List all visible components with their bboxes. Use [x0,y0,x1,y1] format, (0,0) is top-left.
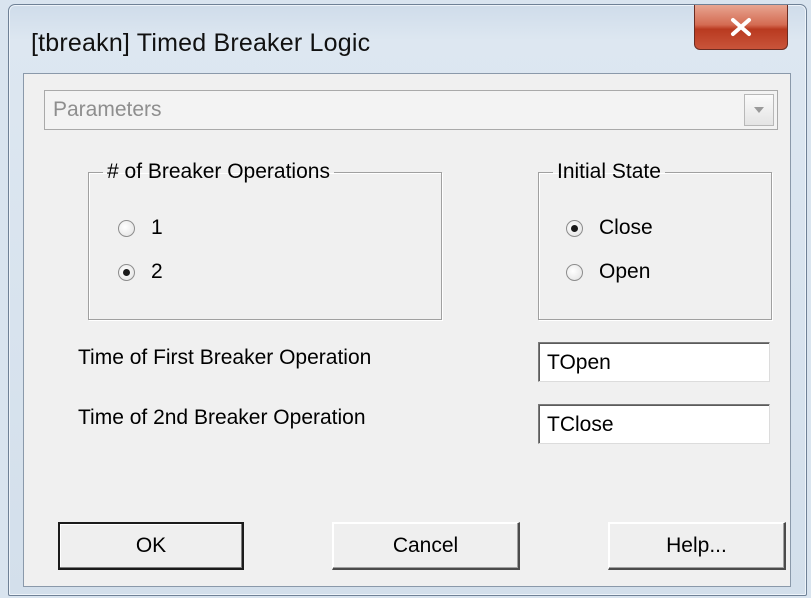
radio-state-close[interactable]: Close [566,216,653,240]
radio-state-close-label: Close [599,216,653,239]
second-operation-value: TClose [547,413,614,436]
radio-ops-1[interactable]: 1 [118,216,163,240]
close-icon [731,18,751,36]
dialog-body: Parameters # of Breaker Operations 1 2 I… [23,73,791,587]
radio-button[interactable] [566,219,583,237]
ok-button[interactable]: OK [58,522,244,570]
radio-button[interactable] [118,219,135,237]
breaker-operations-legend: # of Breaker Operations [107,160,330,183]
close-button[interactable] [694,5,788,50]
initial-state-legend: Initial State [557,160,661,183]
radio-button[interactable] [118,263,135,281]
dropdown-arrow-button[interactable] [744,94,774,126]
radio-ops-2[interactable]: 2 [118,260,163,284]
section-dropdown[interactable]: Parameters [44,90,778,130]
chevron-down-icon [754,107,764,113]
section-dropdown-value: Parameters [53,98,162,121]
radio-button[interactable] [566,263,583,281]
breaker-operations-group: # of Breaker Operations [88,160,442,320]
second-operation-label: Time of 2nd Breaker Operation [78,406,366,429]
second-operation-input[interactable]: TClose [538,404,770,444]
radio-ops-1-label: 1 [151,216,163,239]
radio-ops-2-label: 2 [151,260,163,283]
radio-state-open[interactable]: Open [566,260,650,284]
first-operation-label: Time of First Breaker Operation [78,346,372,369]
first-operation-input[interactable]: TOpen [538,342,770,382]
help-button[interactable]: Help... [608,522,786,570]
initial-state-group: Initial State [538,160,772,320]
dialog-window: [tbreakn] Timed Breaker Logic Parameters… [8,4,807,596]
window-title: [tbreakn] Timed Breaker Logic [31,29,371,57]
first-operation-value: TOpen [547,351,611,374]
cancel-button[interactable]: Cancel [332,522,520,570]
radio-state-open-label: Open [599,260,651,283]
